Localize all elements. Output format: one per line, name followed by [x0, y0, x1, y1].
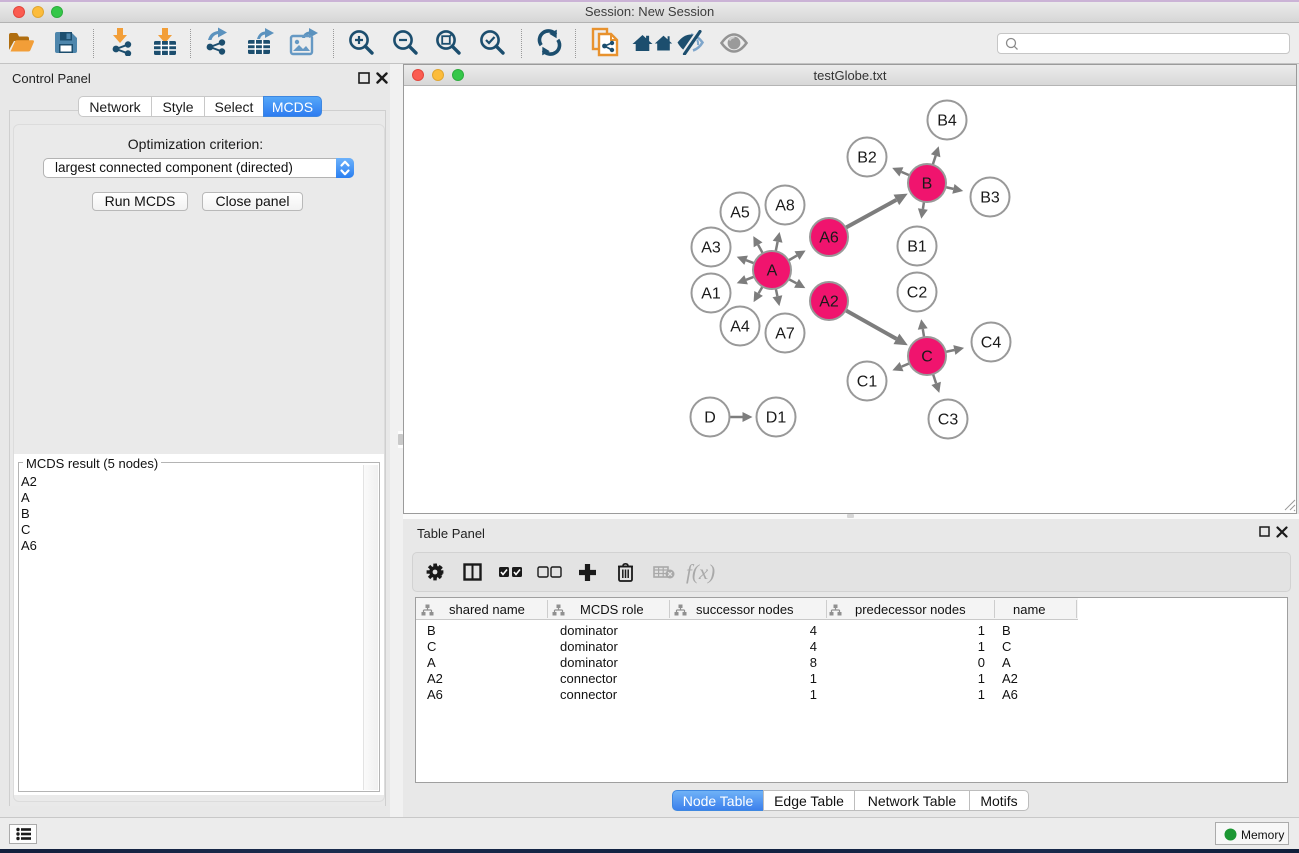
- svg-text:A7: A7: [775, 326, 795, 343]
- svg-text:B3: B3: [980, 190, 1000, 207]
- svg-text:A4: A4: [730, 319, 750, 336]
- svg-text:A3: A3: [701, 240, 721, 257]
- svg-text:C1: C1: [857, 374, 878, 391]
- svg-text:A2: A2: [819, 294, 839, 311]
- svg-text:B1: B1: [907, 239, 927, 256]
- svg-text:D1: D1: [766, 410, 787, 427]
- svg-text:C: C: [921, 349, 933, 366]
- svg-text:C2: C2: [907, 285, 928, 302]
- svg-text:A6: A6: [819, 230, 839, 247]
- svg-text:A1: A1: [701, 286, 721, 303]
- svg-text:A5: A5: [730, 205, 750, 222]
- svg-text:B4: B4: [937, 113, 957, 130]
- svg-text:A: A: [767, 263, 778, 280]
- svg-text:C4: C4: [981, 335, 1002, 352]
- svg-text:C3: C3: [938, 412, 959, 429]
- svg-text:D: D: [704, 410, 716, 427]
- svg-text:B: B: [922, 176, 933, 193]
- svg-text:A8: A8: [775, 198, 795, 215]
- svg-text:B2: B2: [857, 150, 877, 167]
